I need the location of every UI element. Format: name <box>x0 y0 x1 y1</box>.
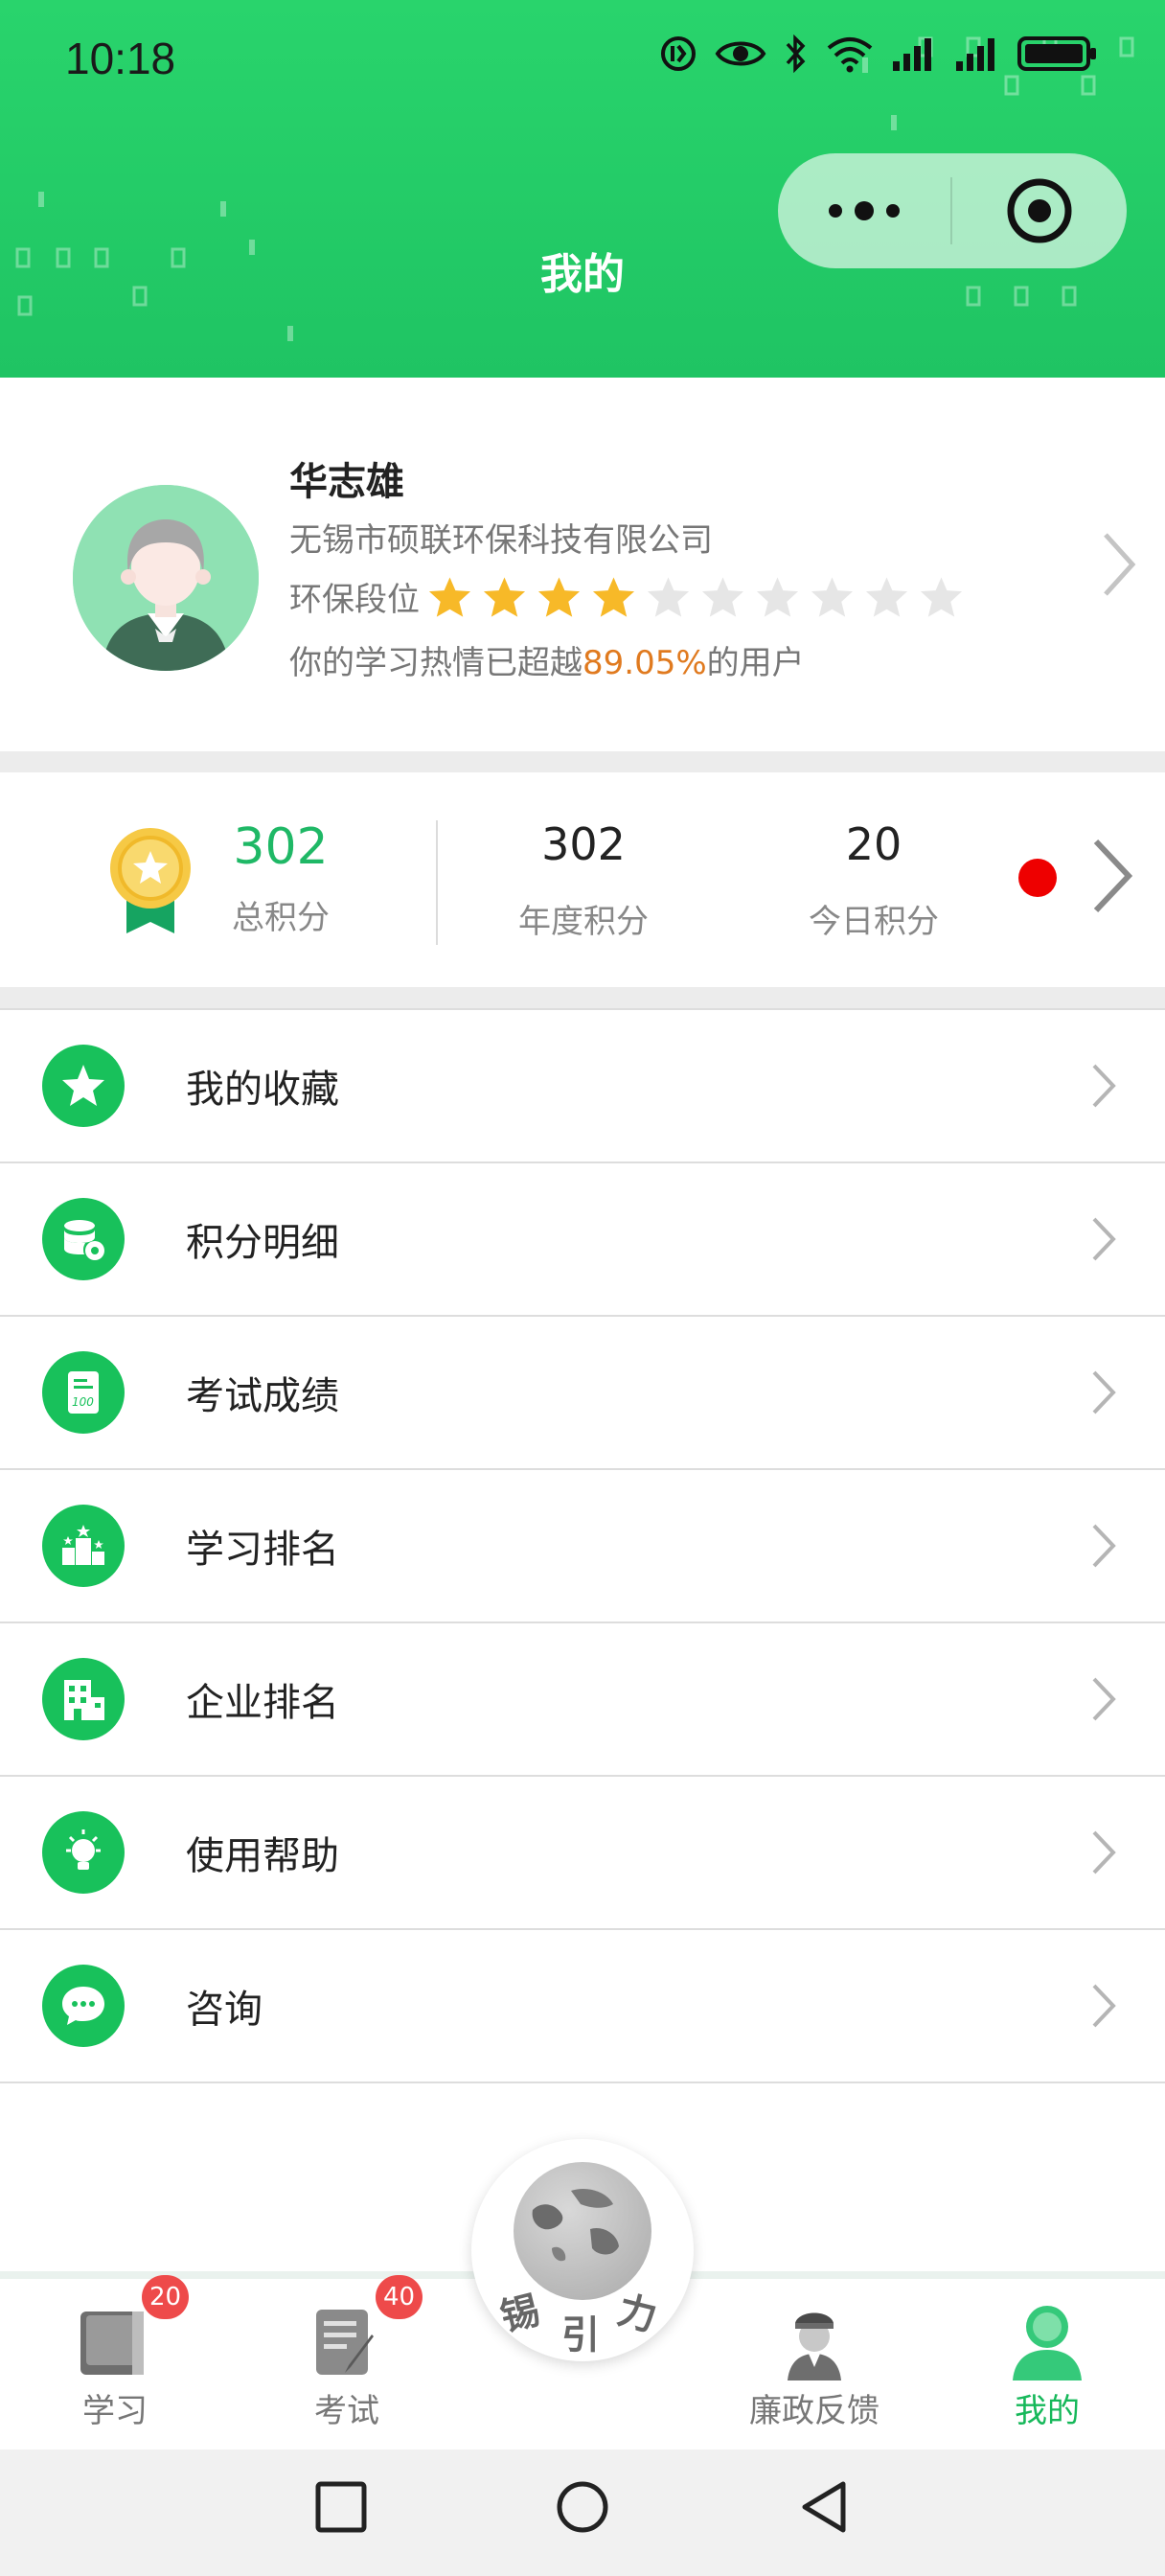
star-icon <box>42 1045 125 1127</box>
tab-label: 考试 <box>314 2392 379 2430</box>
exam-score-icon: 100 <box>42 1351 125 1434</box>
notification-dot <box>1018 859 1057 897</box>
user-name: 华志雄 <box>289 460 404 504</box>
menu-item-company-ranking[interactable]: 企业排名 <box>0 1623 1165 1777</box>
star-empty-icon <box>700 575 745 619</box>
menu-item-study-ranking[interactable]: 学习排名 <box>0 1470 1165 1623</box>
menu-item-label: 积分明细 <box>186 1221 339 1265</box>
star-empty-icon <box>755 575 800 619</box>
user-avatar-illustration <box>73 485 259 671</box>
center-char-2: 引 <box>561 2313 600 2358</box>
battery-icon <box>1017 36 1096 71</box>
company-name: 无锡市硕联环保科技有限公司 <box>289 521 713 560</box>
section-divider <box>0 751 1165 772</box>
profile-card[interactable]: 华志雄 无锡市硕联环保科技有限公司 环保段位 你的学习热情已超越89.05%的用… <box>0 378 1165 751</box>
tab-badge: 20 <box>142 2275 190 2319</box>
chat-icon <box>42 1965 125 2047</box>
page-title: 我的 <box>540 250 625 299</box>
signal-icon-1 <box>893 38 931 71</box>
menu-item-points-detail[interactable]: 积分明细 <box>0 1163 1165 1317</box>
star-filled-icon <box>537 575 582 619</box>
home-button[interactable] <box>554 2478 611 2536</box>
chevron-right-icon <box>1092 1217 1116 1261</box>
chevron-right-icon <box>1100 531 1138 602</box>
today-points: 20 今日积分 <box>759 772 989 942</box>
exceed-text: 你的学习热情已超越89.05%的用户 <box>289 636 805 683</box>
lightbulb-icon <box>42 1811 125 1894</box>
svg-text:100: 100 <box>72 1395 94 1409</box>
recents-button[interactable] <box>312 2478 370 2536</box>
points-divider <box>436 820 438 945</box>
center-globe-button[interactable]: 锡 引 力 <box>471 2139 694 2361</box>
tab-study[interactable]: 20 学习 <box>19 2275 211 2431</box>
wifi-icon <box>827 37 873 73</box>
ranking-icon <box>42 1505 125 1587</box>
level-row: 环保段位 <box>289 573 964 620</box>
menu-item-label: 咨询 <box>186 1988 263 2032</box>
menu-item-label: 考试成绩 <box>186 1374 339 1418</box>
chevron-right-icon <box>1088 836 1136 920</box>
menu-item-label: 我的收藏 <box>186 1068 339 1112</box>
tab-exam[interactable]: 40 考试 <box>251 2275 443 2431</box>
section-divider <box>0 987 1165 1010</box>
chevron-right-icon <box>1092 1984 1116 2028</box>
tab-mine[interactable]: 我的 <box>951 2298 1143 2431</box>
tab-label: 廉政反馈 <box>749 2392 879 2430</box>
page-header: 10:18 我的 <box>0 0 1165 378</box>
building-icon <box>42 1658 125 1740</box>
menu-list: 我的收藏 积分明细 100 考试成绩 学习排名 企业排名 使用帮助 咨询 <box>0 1010 1165 2083</box>
star-filled-icon <box>591 575 636 619</box>
status-icons <box>659 34 1098 73</box>
tab-badge: 40 <box>376 2275 423 2319</box>
avatar <box>73 485 259 671</box>
menu-item-favorites[interactable]: 我的收藏 <box>0 1010 1165 1163</box>
menu-item-consult[interactable]: 咨询 <box>0 1930 1165 2083</box>
signal-icon-2 <box>956 38 994 71</box>
today-points-value: 20 <box>845 818 902 870</box>
coins-icon <box>42 1198 125 1280</box>
more-dots-icon <box>829 201 900 220</box>
menu-item-label: 企业排名 <box>186 1681 339 1725</box>
points-summary[interactable]: 302 总积分 302 年度积分 20 今日积分 <box>0 772 1165 987</box>
hd-icon <box>661 36 696 71</box>
person-icon <box>951 2298 1143 2380</box>
back-button[interactable] <box>795 2478 853 2536</box>
tab-label: 我的 <box>1015 2392 1080 2430</box>
level-stars <box>427 575 964 619</box>
annual-points-value: 302 <box>541 818 626 870</box>
star-empty-icon <box>864 575 909 619</box>
level-label: 环保段位 <box>289 581 420 619</box>
target-close-icon <box>1007 178 1072 243</box>
star-empty-icon <box>646 575 691 619</box>
annual-points-label: 年度积分 <box>518 903 649 941</box>
chevron-right-icon <box>1092 1370 1116 1414</box>
chevron-right-icon <box>1092 1524 1116 1568</box>
tab-feedback[interactable]: 廉政反馈 <box>719 2298 910 2431</box>
chevron-right-icon <box>1092 1830 1116 1874</box>
menu-item-label: 使用帮助 <box>186 1834 339 1878</box>
exceed-percent: 89.05% <box>582 644 707 682</box>
total-points-label: 总积分 <box>232 899 330 937</box>
star-empty-icon <box>919 575 964 619</box>
exceed-prefix: 你的学习热情已超越 <box>289 644 582 682</box>
chevron-right-icon <box>1092 1677 1116 1721</box>
exceed-suffix: 的用户 <box>706 644 805 682</box>
system-navigation-bar <box>0 2450 1165 2576</box>
annual-points: 302 年度积分 <box>468 772 698 942</box>
star-filled-icon <box>427 575 472 619</box>
menu-item-label: 学习排名 <box>186 1528 339 1572</box>
status-time: 10:18 <box>65 34 176 83</box>
star-empty-icon <box>810 575 855 619</box>
chevron-right-icon <box>1092 1064 1116 1108</box>
star-filled-icon <box>482 575 527 619</box>
today-points-label: 今日积分 <box>809 903 939 941</box>
eye-icon <box>715 41 766 66</box>
officer-icon <box>719 2298 910 2380</box>
bluetooth-icon <box>786 34 806 73</box>
tab-label: 学习 <box>82 2392 148 2430</box>
menu-item-exam-results[interactable]: 100 考试成绩 <box>0 1317 1165 1470</box>
total-points-value: 302 <box>233 818 329 876</box>
menu-item-help[interactable]: 使用帮助 <box>0 1777 1165 1930</box>
